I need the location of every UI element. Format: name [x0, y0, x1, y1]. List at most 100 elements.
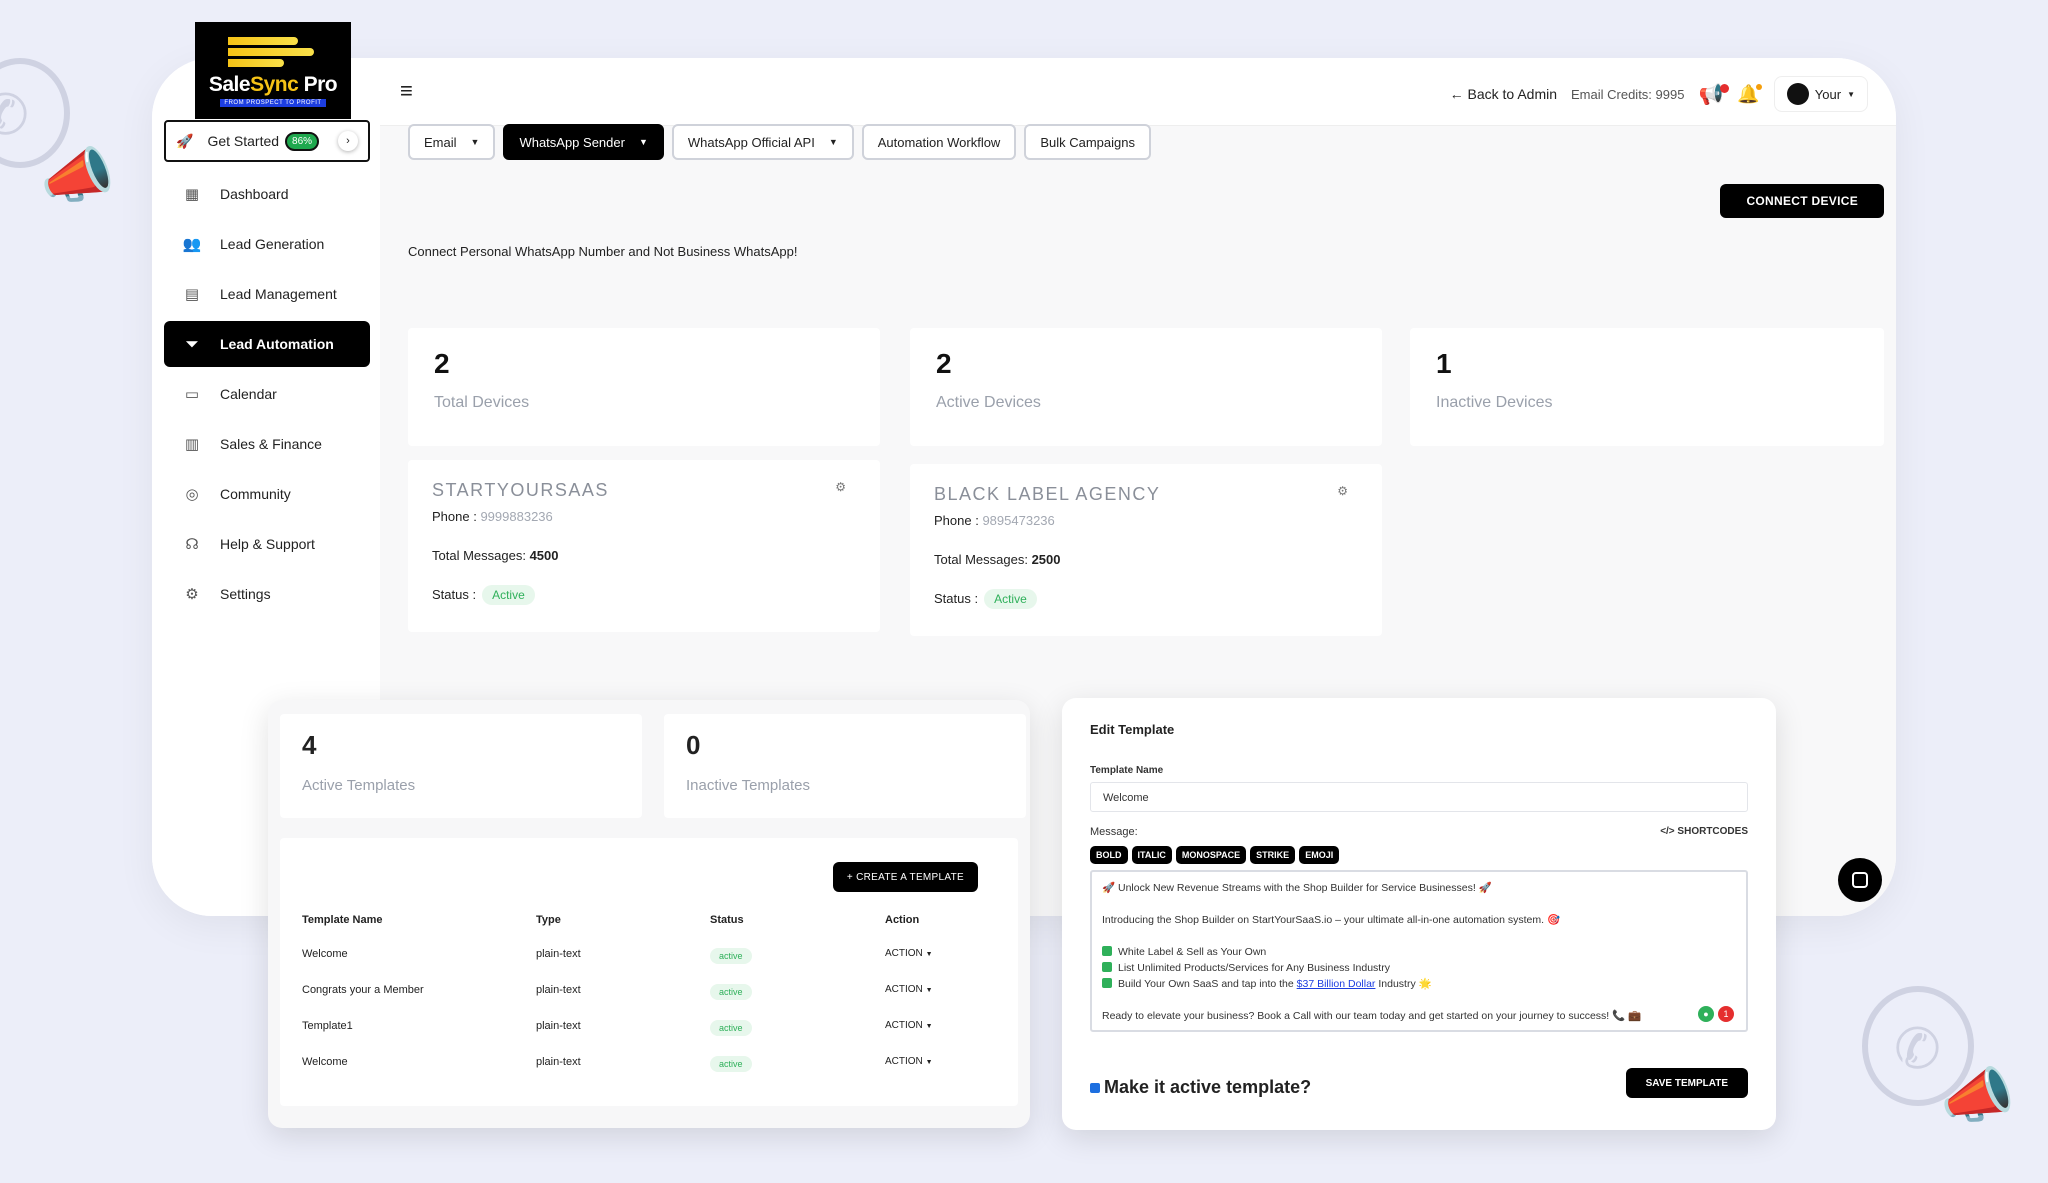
messages-label: Total Messages:: [432, 548, 526, 563]
stat-value: 0: [686, 730, 701, 760]
sidebar-item-settings[interactable]: ⚙ Settings: [164, 571, 370, 617]
sidebar-item-label: Lead Automation: [220, 336, 334, 352]
calendar-icon: ▭: [184, 386, 200, 403]
device-phone: Phone : 9895473236: [934, 513, 1358, 528]
template-type: plain-text: [536, 948, 581, 960]
tab-automation-workflow[interactable]: Automation Workflow: [861, 124, 1017, 160]
template-name-label: Template Name: [1090, 765, 1164, 776]
template-type: plain-text: [536, 1056, 581, 1068]
gear-icon[interactable]: ⚙: [835, 480, 846, 494]
bell-icon[interactable]: 🔔: [1737, 83, 1762, 105]
funnel-icon: ⏷: [185, 335, 198, 353]
device-status: Status : Active: [432, 585, 856, 605]
device-phone: Phone : 9999883236: [432, 509, 856, 524]
get-started-label: Get Started: [207, 133, 280, 149]
tab-label: WhatsApp Sender: [519, 134, 625, 150]
status-badge: Active: [482, 585, 535, 605]
tab-email[interactable]: Email ▼: [408, 124, 496, 160]
caret-down-icon: ▼: [470, 137, 480, 147]
gear-icon[interactable]: ⚙: [1337, 484, 1348, 498]
stat-label: Active Devices: [936, 394, 1041, 411]
templates-table: + CREATE A TEMPLATE Template Name Type S…: [280, 838, 1018, 1106]
sidebar-item-calendar[interactable]: ▭ Calendar: [164, 371, 370, 417]
checkbox-icon[interactable]: [1090, 1082, 1100, 1093]
save-template-button[interactable]: SAVE TEMPLATE: [1625, 1068, 1748, 1098]
italic-button[interactable]: ITALIC: [1131, 846, 1172, 864]
sidebar-item-lead-management[interactable]: ▤ Lead Management: [164, 271, 370, 317]
bold-button[interactable]: BOLD: [1090, 846, 1128, 864]
sidebar-item-lead-automation[interactable]: ⏷ Lead Automation: [164, 321, 370, 367]
sidebar-item-lead-generation[interactable]: 👥 Lead Generation: [164, 221, 370, 267]
user-name: Your: [1814, 86, 1842, 102]
back-to-admin-link[interactable]: ← Back to Admin: [1450, 86, 1557, 102]
logo-name: SaleSync Pro: [208, 72, 338, 96]
edit-template-panel: Edit Template Template Name Welcome Mess…: [1062, 698, 1776, 1130]
status-badge: active: [710, 984, 752, 1000]
sidebar-item-community[interactable]: ◎ Community: [164, 471, 370, 517]
sidebar-item-help-support[interactable]: ☊ Help & Support: [164, 521, 370, 567]
tab-bulk-campaigns[interactable]: Bulk Campaigns: [1024, 124, 1151, 160]
email-credits: Email Credits: 9995: [1571, 86, 1685, 102]
caret-down-icon: ▼: [925, 987, 933, 994]
action-dropdown[interactable]: ACTION ▼: [885, 1020, 985, 1036]
emoji-button[interactable]: EMOJI: [1299, 846, 1340, 864]
stat-inactive-devices: 1 Inactive Devices: [1410, 328, 1884, 446]
create-template-button[interactable]: + CREATE A TEMPLATE: [832, 862, 978, 892]
sidebar-item-label: Help & Support: [220, 536, 315, 552]
caret-down-icon: ▼: [1847, 89, 1855, 99]
sidebar-item-label: Community: [220, 486, 291, 502]
active-template-toggle[interactable]: Make it active template?: [1090, 1077, 1311, 1098]
device-messages: Total Messages: 2500: [934, 552, 1358, 567]
sidebar-item-label: Lead Management: [220, 286, 337, 302]
tab-whatsapp-sender[interactable]: WhatsApp Sender ▼: [503, 124, 664, 160]
stat-label: Inactive Devices: [1436, 394, 1553, 411]
status-badge: active: [710, 1020, 752, 1036]
template-name: Welcome: [302, 1056, 348, 1068]
monospace-button[interactable]: MONOSPACE: [1175, 846, 1247, 864]
messages-value: 4500: [529, 548, 559, 563]
message-line: Ready to elevate your business? Book a C…: [1102, 1010, 1642, 1022]
device-messages: Total Messages: 4500: [432, 548, 856, 563]
sidebar-item-label: Lead Generation: [220, 236, 325, 252]
user-menu[interactable]: Your ▼: [1773, 76, 1868, 112]
phone-label: Phone :: [432, 509, 477, 524]
chat-button[interactable]: [1838, 858, 1882, 902]
template-name-input[interactable]: Welcome: [1090, 782, 1748, 812]
message-line: 🚀 Unlock New Revenue Streams with the Sh…: [1102, 882, 1492, 894]
message-textarea[interactable]: 🚀 Unlock New Revenue Streams with the Sh…: [1090, 870, 1748, 1032]
action-label: ACTION: [885, 948, 923, 959]
notification-dot: [1755, 83, 1762, 90]
action-dropdown[interactable]: ACTION ▼: [885, 1056, 985, 1072]
alert-icon[interactable]: 1: [1718, 1006, 1734, 1022]
dashboard-icon: ▦: [184, 186, 200, 203]
action-dropdown[interactable]: ACTION ▼: [885, 984, 985, 1000]
templates-panel: 4 Active Templates 0 Inactive Templates …: [268, 700, 1030, 1128]
column-header: Template Name: [302, 914, 383, 926]
whatsapp-notice: Connect Personal WhatsApp Number and Not…: [408, 244, 798, 259]
connect-device-button[interactable]: CONNECT DEVICE: [1720, 184, 1884, 218]
template-type: plain-text: [536, 1020, 581, 1032]
sidebar-item-sales-finance[interactable]: ▥ Sales & Finance: [164, 421, 370, 467]
phone-value: 9895473236: [982, 513, 1055, 528]
sidebar-item-label: Dashboard: [220, 186, 289, 202]
strike-button[interactable]: STRIKE: [1250, 846, 1296, 864]
column-header: Type: [536, 914, 561, 926]
hamburger-menu-icon[interactable]: ≡: [400, 78, 413, 104]
back-to-admin-label: Back to Admin: [1467, 86, 1558, 102]
community-icon: ◎: [185, 486, 199, 503]
messages-value: 2500: [1031, 552, 1061, 567]
phone-value: 9999883236: [480, 509, 553, 524]
sidebar-item-dashboard[interactable]: ▦ Dashboard: [164, 171, 370, 217]
action-dropdown[interactable]: ACTION ▼: [885, 948, 985, 964]
announcement-icon[interactable]: 📢: [1698, 82, 1730, 107]
table-row: Template1 plain-text active ACTION ▼: [302, 1020, 1002, 1036]
device-card: BLACK LABEL AGENCY ⚙ Phone : 9895473236 …: [910, 464, 1382, 636]
chart-icon: ▥: [184, 436, 200, 453]
sidebar-item-label: Calendar: [220, 386, 277, 402]
tab-whatsapp-official-api[interactable]: WhatsApp Official API ▼: [671, 124, 854, 160]
shortcodes-button[interactable]: </> SHORTCODES: [1660, 826, 1748, 838]
grammar-icon[interactable]: ●: [1698, 1006, 1714, 1022]
logo-tagline: FROM PROSPECT TO PROFIT: [220, 98, 326, 107]
chevron-right-icon[interactable]: ›: [338, 131, 358, 151]
get-started-button[interactable]: 🚀 Get Started 86% ›: [164, 120, 370, 162]
